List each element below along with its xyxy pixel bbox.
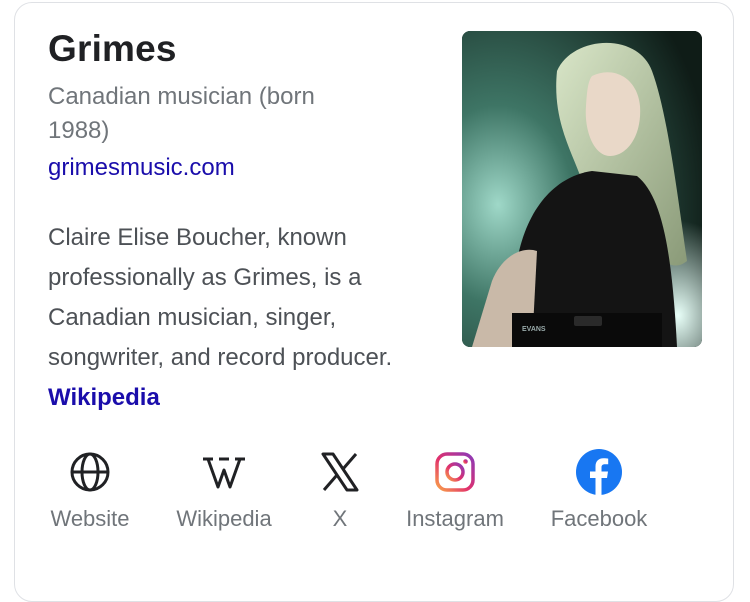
- instagram-icon: [435, 452, 475, 492]
- profile-website[interactable]: Website: [20, 448, 160, 532]
- wikipedia-source-link[interactable]: Wikipedia: [48, 384, 160, 411]
- website-link[interactable]: grimesmusic.com: [48, 154, 235, 182]
- profile-links: Website Wikipedia X Instagram Facebook: [20, 448, 680, 548]
- entity-title: Grimes: [48, 28, 177, 69]
- facebook-icon: [576, 449, 622, 495]
- entity-subtitle: Canadian musician (born 1988): [48, 83, 315, 144]
- globe-icon: [70, 452, 110, 492]
- profile-label: Instagram: [406, 506, 504, 531]
- profile-instagram[interactable]: Instagram: [385, 448, 525, 532]
- entity-photo[interactable]: EVANS: [462, 31, 702, 347]
- profile-facebook[interactable]: Facebook: [529, 448, 669, 532]
- wikipedia-icon: [203, 457, 245, 489]
- profile-label: Facebook: [550, 506, 648, 531]
- svg-text:EVANS: EVANS: [522, 326, 546, 333]
- x-logo-icon: [321, 452, 359, 492]
- description-text: Claire Elise Boucher, known professional…: [48, 224, 393, 371]
- profile-label: Website: [50, 506, 130, 531]
- entity-description: Claire Elise Boucher, known professional…: [48, 218, 438, 418]
- performer-photo: EVANS: [462, 31, 702, 347]
